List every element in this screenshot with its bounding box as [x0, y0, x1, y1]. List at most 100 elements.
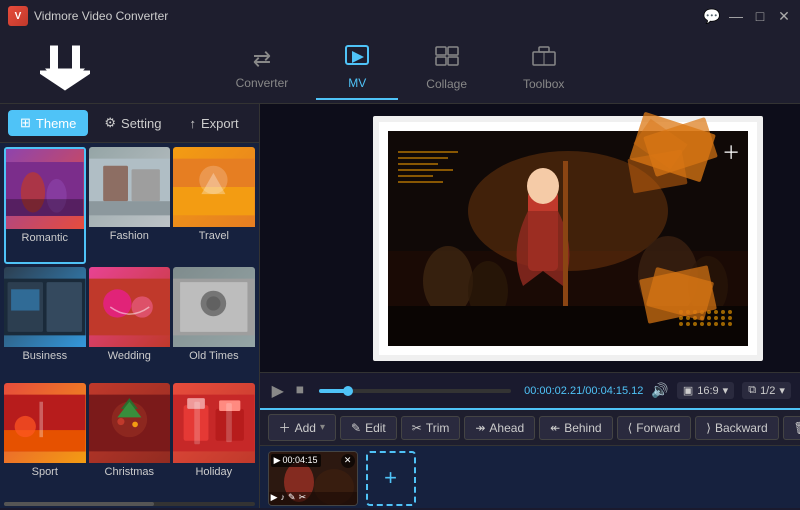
timeline-icons: ▶ ♪ ✎ ✂	[271, 492, 307, 503]
add-icon: ＋	[279, 419, 291, 436]
progress-bar[interactable]	[319, 389, 511, 393]
theme-oldtimes-thumb	[173, 267, 255, 347]
trim-button[interactable]: ✂ Trim	[401, 416, 461, 440]
minimize-button[interactable]: —	[728, 8, 744, 24]
theme-holiday-label: Holiday	[173, 463, 255, 481]
theme-fashion-label: Fashion	[89, 227, 171, 245]
trim-label: Trim	[426, 421, 450, 435]
backward-button[interactable]: ⟩ Backward	[695, 416, 778, 440]
setting-tab-icon: ⚙	[104, 115, 116, 131]
timeline-play-mini: ▶	[271, 492, 278, 503]
play-button[interactable]: ▶	[270, 379, 286, 403]
nav-converter[interactable]: ⇄ Converter	[208, 38, 317, 98]
theme-christmas[interactable]: Christmas	[89, 383, 171, 496]
title-bar: V Vidmore Video Converter 💬 — □ ✕	[0, 0, 800, 32]
main-content: ⊞ Theme ⚙ Setting ↑ Export	[0, 104, 800, 508]
timeline-edit-mini: ✎	[288, 492, 296, 503]
add-dropdown-arrow: ▾	[320, 422, 325, 433]
timeline-duration-text: 00:04:15	[283, 455, 318, 465]
theme-business[interactable]: Business	[4, 267, 86, 380]
maximize-button[interactable]: □	[752, 8, 768, 24]
app-icon: V	[8, 6, 28, 26]
aspect-ratio-selector[interactable]: ▣ 16:9 ▾	[677, 382, 734, 399]
forward-button[interactable]: ⟨ Forward	[617, 416, 692, 440]
theme-romantic[interactable]: Romantic	[4, 147, 86, 264]
export-tab-icon: ↑	[190, 116, 197, 131]
controls-bar: ▶ ⏹ 00:00:02.21/00:04:15.12 🔊 ▣ 16:9 ▾ ⧉…	[260, 372, 800, 408]
plus-icon-video: ＋	[722, 139, 740, 165]
theme-business-label: Business	[4, 347, 86, 365]
left-panel: ⊞ Theme ⚙ Setting ↑ Export	[0, 104, 260, 508]
forward-label: Forward	[636, 421, 680, 435]
aspect-ratio-icon: ▣	[683, 384, 693, 397]
theme-christmas-label: Christmas	[89, 463, 171, 481]
tab-setting[interactable]: ⚙ Setting	[92, 110, 173, 136]
add-label: Add	[295, 421, 316, 435]
nav-collage[interactable]: Collage	[398, 37, 495, 99]
title-bar-left: V Vidmore Video Converter	[8, 6, 168, 26]
add-clip-icon: +	[384, 465, 397, 491]
theme-wedding[interactable]: Wedding	[89, 267, 171, 380]
ahead-button[interactable]: ↠ Ahead	[464, 416, 535, 440]
theme-wedding-label: Wedding	[89, 347, 171, 365]
timeline: ▶ 00:04:15 ✕ ▶ ♪ ✎ ✂ +	[260, 446, 800, 510]
theme-grid: Romantic Fashion	[0, 143, 259, 500]
tab-export[interactable]: ↑ Export	[178, 110, 251, 136]
theme-sport[interactable]: Sport	[4, 383, 86, 496]
time-total: 00:04:15.12	[585, 385, 643, 397]
ahead-label: Ahead	[489, 421, 524, 435]
stop-button[interactable]: ⏹	[294, 380, 306, 402]
add-clip-button[interactable]: +	[366, 451, 416, 506]
nav-converter-label: Converter	[236, 76, 289, 90]
time-display: 00:00:02.21/00:04:15.12	[524, 385, 643, 397]
nav-toolbox[interactable]: Toolbox	[495, 37, 592, 99]
timeline-vol-mini: ♪	[281, 492, 286, 503]
behind-button[interactable]: ↞ Behind	[539, 416, 612, 440]
trim-icon: ✂	[412, 421, 422, 435]
count-value: 1/2	[760, 385, 775, 397]
timeline-video-icon: ▶	[274, 455, 281, 466]
theme-sport-label: Sport	[4, 463, 86, 481]
theme-sport-thumb	[4, 383, 86, 463]
theme-travel-thumb	[173, 147, 255, 227]
theme-fashion[interactable]: Fashion	[89, 147, 171, 264]
theme-wedding-thumb	[89, 267, 171, 347]
count-selector[interactable]: ⧉ 1/2 ▾	[742, 382, 791, 399]
edit-button[interactable]: ✎ Edit	[340, 416, 397, 440]
timeline-close-button[interactable]: ✕	[341, 454, 355, 468]
lines-pattern	[398, 151, 458, 187]
nav-collage-label: Collage	[426, 77, 467, 91]
empty-button[interactable]: 🗑 Empty	[783, 416, 800, 440]
backward-icon: ⟩	[706, 421, 711, 435]
empty-icon: 🗑	[794, 421, 800, 435]
ahead-icon: ↠	[475, 421, 485, 435]
volume-icon[interactable]: 🔊	[651, 382, 668, 399]
behind-label: Behind	[564, 421, 601, 435]
theme-tab-icon: ⊞	[20, 115, 31, 131]
theme-holiday-thumb	[173, 383, 255, 463]
theme-oldtimes[interactable]: Old Times	[173, 267, 255, 380]
count-chevron: ▾	[779, 384, 785, 397]
timeline-clip[interactable]: ▶ 00:04:15 ✕ ▶ ♪ ✎ ✂	[268, 451, 358, 506]
import-arrow	[40, 40, 90, 95]
theme-holiday[interactable]: Holiday	[173, 383, 255, 496]
edit-label: Edit	[365, 421, 386, 435]
theme-romantic-thumb	[6, 149, 84, 229]
scroll-stub[interactable]	[4, 502, 255, 506]
left-tabs: ⊞ Theme ⚙ Setting ↑ Export	[0, 104, 259, 143]
bottom-panel: ＋ Add ▾ ✎ Edit ✂ Trim ↠ Ahead ↞	[260, 408, 800, 508]
theme-romantic-label: Romantic	[6, 229, 84, 247]
add-button[interactable]: ＋ Add ▾	[268, 414, 336, 441]
close-button[interactable]: ✕	[776, 8, 792, 24]
nav-mv[interactable]: MV	[316, 36, 398, 100]
theme-christmas-thumb	[89, 383, 171, 463]
theme-travel-label: Travel	[173, 227, 255, 245]
theme-fashion-thumb	[89, 147, 171, 227]
tab-theme-label: Theme	[36, 116, 76, 131]
forward-icon: ⟨	[628, 421, 633, 435]
tab-setting-label: Setting	[121, 116, 161, 131]
tab-theme[interactable]: ⊞ Theme	[8, 110, 88, 136]
scroll-thumb	[4, 502, 154, 506]
theme-travel[interactable]: Travel	[173, 147, 255, 264]
chat-button[interactable]: 💬	[704, 8, 720, 24]
